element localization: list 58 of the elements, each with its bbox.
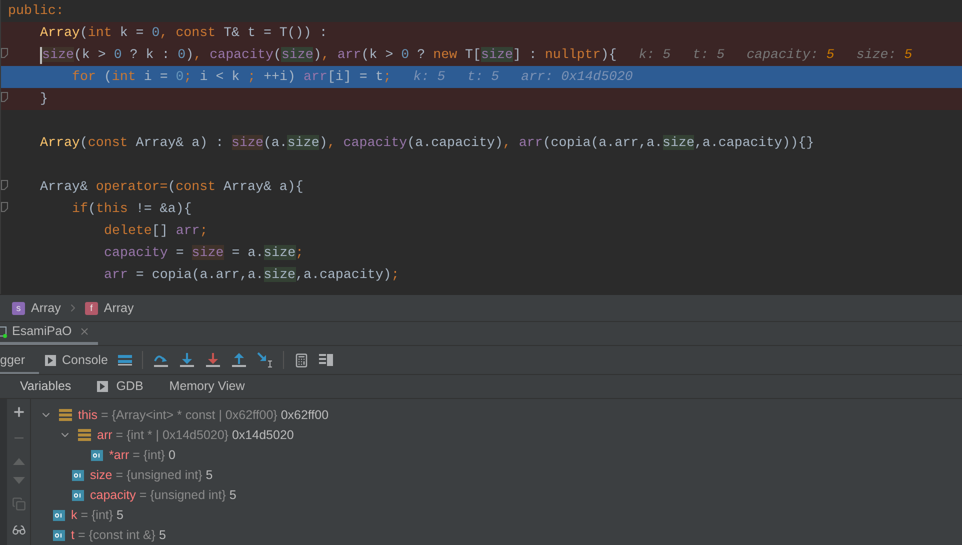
move-down-icon[interactable] bbox=[12, 477, 24, 485]
code-text: if(this != &a){ bbox=[72, 200, 192, 218]
primitive-icon bbox=[53, 510, 65, 520]
inline-value-hint: k: 5 bbox=[413, 68, 446, 86]
variable-entry[interactable]: this = {Array<int> * const | 0x62ff00} 0x62ff00 bbox=[78, 406, 329, 424]
inline-value-hint: size: 5 bbox=[856, 46, 912, 64]
badge-icon: f bbox=[84, 302, 98, 315]
calculator-icon[interactable] bbox=[294, 352, 309, 368]
run-to-cursor-icon[interactable] bbox=[256, 352, 273, 368]
fold-icon[interactable] bbox=[1, 180, 9, 190]
variable-entry[interactable]: *arr = {int} 0 bbox=[109, 446, 176, 464]
variables-subtab[interactable]: GDB bbox=[97, 374, 144, 398]
step-out-icon[interactable] bbox=[230, 352, 247, 368]
variables-subtab[interactable]: Variables bbox=[20, 374, 72, 398]
primitive-icon bbox=[53, 530, 65, 540]
variable-entry[interactable]: t = {const int &} 5 bbox=[71, 526, 166, 544]
menu-icon[interactable] bbox=[118, 354, 132, 366]
breadcrumb-item[interactable]: Array bbox=[31, 298, 61, 318]
move-up-icon[interactable] bbox=[12, 457, 24, 465]
breadcrumb-item[interactable]: Array bbox=[104, 298, 134, 318]
code-text: size(k > 0 ? k : 0), capacity(size), arr(k > 0 ? new T[size] : nullptr){ bbox=[42, 46, 617, 64]
code-text: Array& operator=(const Array& a){ bbox=[40, 178, 304, 196]
code-text: capacity = size = a.size; bbox=[104, 244, 304, 262]
object-icon bbox=[78, 429, 91, 441]
fold-icon[interactable] bbox=[1, 48, 9, 58]
force-step-into-icon[interactable] bbox=[204, 352, 221, 368]
inline-value-hint: capacity: 5 bbox=[746, 46, 834, 64]
object-icon bbox=[59, 409, 72, 421]
app-window-icon bbox=[0, 326, 8, 338]
fold-icon[interactable] bbox=[1, 202, 9, 212]
inline-value-hint: arr: 0x14d5020 bbox=[521, 68, 633, 86]
layout-icon[interactable] bbox=[318, 353, 333, 367]
duplicate-icon[interactable] bbox=[12, 497, 26, 511]
code-text: } bbox=[40, 90, 48, 108]
primitive-icon bbox=[72, 490, 84, 500]
code-text: for (int i = 0; i < k ; ++i) arr[i] = t; bbox=[72, 68, 392, 86]
primitive-icon bbox=[72, 470, 84, 480]
inline-value-hint: k: 5 bbox=[638, 46, 671, 64]
variable-entry[interactable]: k = {int} 5 bbox=[71, 506, 124, 524]
code-text: delete[] arr; bbox=[104, 222, 208, 240]
fold-icon[interactable] bbox=[1, 92, 9, 102]
code-text: Array(const Array& a) : size(a.size), capacity(a.capacity), arr(copia(a.arr,a.size,a.capacity)){} bbox=[40, 134, 814, 152]
inline-value-hint: t: 5 bbox=[467, 68, 500, 86]
variable-entry[interactable]: capacity = {unsigned int} 5 bbox=[90, 486, 236, 504]
badge-icon: s bbox=[12, 302, 25, 315]
add-watch-icon[interactable] bbox=[12, 405, 26, 419]
variable-entry[interactable]: arr = {int * | 0x14d5020} 0x14d5020 bbox=[97, 426, 294, 444]
inline-value-hint: t: 5 bbox=[692, 46, 725, 64]
close-icon[interactable] bbox=[78, 326, 90, 337]
glasses-icon[interactable] bbox=[12, 523, 26, 537]
primitive-icon bbox=[91, 450, 103, 460]
code-text: arr = copia(a.arr,a.size,a.capacity); bbox=[104, 266, 400, 284]
step-into-icon[interactable] bbox=[178, 352, 195, 368]
tool-tab[interactable]: Console bbox=[39, 346, 114, 374]
variables-subtab[interactable]: Memory View bbox=[169, 374, 245, 398]
variable-entry[interactable]: size = {unsigned int} 5 bbox=[90, 466, 213, 484]
code-text: public: bbox=[8, 2, 64, 20]
code-text: Array(int k = 0, const T& t = T()) : bbox=[40, 24, 328, 42]
